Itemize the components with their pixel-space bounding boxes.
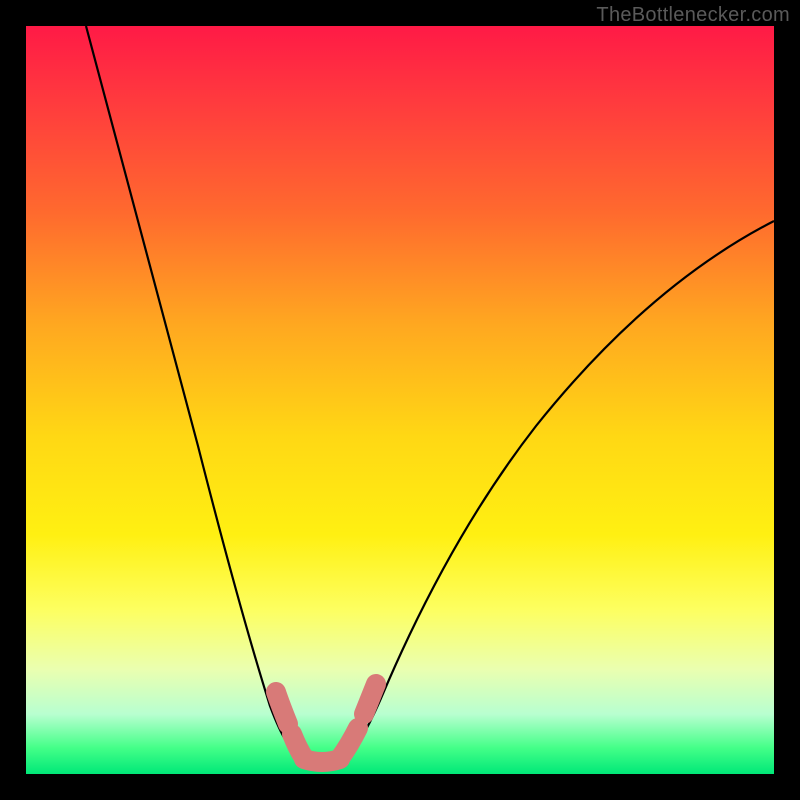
- valley-bead-right-upper: [364, 684, 376, 714]
- watermark-text: TheBottlenecker.com: [596, 4, 790, 27]
- left-curve: [86, 26, 304, 759]
- chart-plot-area: [26, 26, 774, 774]
- chart-curves: [26, 26, 774, 774]
- right-curve: [340, 221, 774, 759]
- valley-bead-left-upper: [276, 692, 288, 724]
- valley-bead-right-lower: [340, 728, 358, 758]
